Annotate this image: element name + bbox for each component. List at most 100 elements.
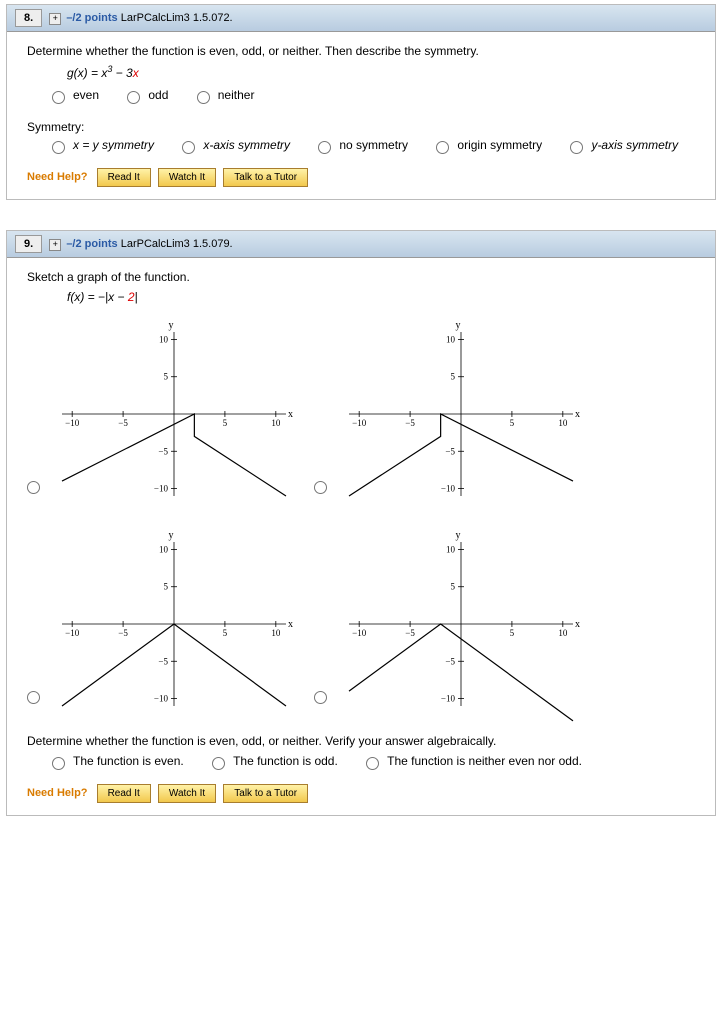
- svg-text:−10: −10: [352, 628, 367, 638]
- question-content: Sketch a graph of the function. f(x) = −…: [7, 258, 715, 815]
- option-even[interactable]: even: [47, 88, 99, 102]
- svg-text:x: x: [575, 409, 580, 420]
- svg-text:10: 10: [159, 544, 169, 554]
- graph-svg: −10−5510−10−5510xy: [44, 524, 304, 724]
- expand-icon[interactable]: +: [49, 239, 61, 251]
- question-header: 9. + –/2 points LarPCalcLim3 1.5.079.: [7, 231, 715, 258]
- talk-tutor-button[interactable]: Talk to a Tutor: [223, 168, 308, 187]
- radio-input[interactable]: [27, 691, 40, 704]
- need-help-label: Need Help?: [27, 787, 88, 799]
- svg-text:−10: −10: [441, 694, 456, 704]
- svg-text:−5: −5: [118, 418, 128, 428]
- svg-text:−5: −5: [445, 656, 455, 666]
- svg-text:10: 10: [446, 334, 456, 344]
- option-xy-symmetry[interactable]: x = y symmetry: [47, 138, 154, 152]
- svg-text:−10: −10: [441, 484, 456, 494]
- svg-text:−10: −10: [65, 628, 80, 638]
- radio-input[interactable]: [366, 757, 379, 770]
- watch-it-button[interactable]: Watch It: [158, 784, 216, 803]
- question-ref: LarPCalcLim3 1.5.079.: [121, 238, 233, 250]
- svg-text:5: 5: [223, 628, 228, 638]
- svg-text:y: y: [169, 530, 174, 541]
- read-it-button[interactable]: Read It: [97, 168, 151, 187]
- radio-input[interactable]: [570, 141, 583, 154]
- points-label: –/2 points: [66, 238, 117, 250]
- svg-text:10: 10: [558, 418, 568, 428]
- option-yaxis-symmetry[interactable]: y-axis symmetry: [565, 138, 678, 152]
- question-content: Determine whether the function is even, …: [7, 32, 715, 199]
- option-origin-symmetry[interactable]: origin symmetry: [431, 138, 542, 152]
- need-help-label: Need Help?: [27, 171, 88, 183]
- radio-input[interactable]: [127, 91, 140, 104]
- svg-text:−10: −10: [65, 418, 80, 428]
- svg-text:10: 10: [558, 628, 568, 638]
- graph-option-3[interactable]: −10 −5 5 10 −10 −5 5 10 x y: [314, 524, 591, 724]
- option-neither[interactable]: neither: [192, 88, 255, 102]
- symmetry-label: Symmetry:: [27, 120, 695, 134]
- svg-text:−5: −5: [445, 446, 455, 456]
- svg-text:−10: −10: [352, 418, 367, 428]
- svg-text:−10: −10: [154, 484, 169, 494]
- radio-input[interactable]: [318, 141, 331, 154]
- question-number: 9.: [15, 235, 42, 253]
- question-number: 8.: [15, 9, 42, 27]
- svg-text:−5: −5: [405, 628, 415, 638]
- graph-options: −10−5510−10−5510xy−10−5510−10−5510xy−10−…: [27, 314, 695, 724]
- svg-text:y: y: [169, 320, 174, 331]
- graph-svg: −10−5510−10−5510xy: [44, 314, 304, 514]
- radio-input[interactable]: [52, 141, 65, 154]
- svg-text:−5: −5: [158, 656, 168, 666]
- radio-input[interactable]: [314, 481, 327, 494]
- graph-option-0[interactable]: −10−5510−10−5510xy: [27, 314, 304, 514]
- formula: f(x) = −|x − 2|: [67, 290, 695, 304]
- svg-text:10: 10: [159, 334, 169, 344]
- question-8: 8. + –/2 points LarPCalcLim3 1.5.072. De…: [6, 4, 716, 200]
- svg-text:10: 10: [446, 544, 456, 554]
- svg-text:5: 5: [510, 628, 515, 638]
- svg-text:−5: −5: [118, 628, 128, 638]
- svg-text:−5: −5: [158, 446, 168, 456]
- graph-option-2[interactable]: −10−5510−10−5510xy: [27, 524, 304, 724]
- radio-input[interactable]: [52, 757, 65, 770]
- radio-input[interactable]: [314, 691, 327, 704]
- question-9: 9. + –/2 points LarPCalcLim3 1.5.079. Sk…: [6, 230, 716, 816]
- read-it-button[interactable]: Read It: [97, 784, 151, 803]
- svg-text:−10: −10: [154, 694, 169, 704]
- svg-text:x: x: [575, 619, 580, 630]
- graph-svg: −10−5510−10−5510xy: [331, 314, 591, 514]
- option-odd[interactable]: The function is odd.: [207, 754, 338, 768]
- svg-text:y: y: [456, 320, 461, 331]
- svg-text:10: 10: [271, 418, 281, 428]
- option-even[interactable]: The function is even.: [47, 754, 184, 768]
- radio-input[interactable]: [197, 91, 210, 104]
- svg-text:5: 5: [223, 418, 228, 428]
- option-no-symmetry[interactable]: no symmetry: [313, 138, 408, 152]
- radio-input[interactable]: [212, 757, 225, 770]
- svg-text:10: 10: [271, 628, 281, 638]
- radio-input[interactable]: [52, 91, 65, 104]
- formula: g(x) = x3 − 3x: [67, 64, 695, 80]
- expand-icon[interactable]: +: [49, 13, 61, 25]
- svg-text:5: 5: [451, 372, 456, 382]
- question-ref: LarPCalcLim3 1.5.072.: [121, 12, 233, 24]
- prompt-text: Determine whether the function is even, …: [27, 44, 695, 58]
- radio-input[interactable]: [182, 141, 195, 154]
- help-row: Need Help? Read It Watch It Talk to a Tu…: [27, 168, 695, 187]
- svg-text:x: x: [288, 409, 293, 420]
- question-header: 8. + –/2 points LarPCalcLim3 1.5.072.: [7, 5, 715, 32]
- radio-input[interactable]: [27, 481, 40, 494]
- watch-it-button[interactable]: Watch It: [158, 168, 216, 187]
- talk-tutor-button[interactable]: Talk to a Tutor: [223, 784, 308, 803]
- svg-text:y: y: [456, 530, 461, 541]
- graph-option-1[interactable]: −10−5510−10−5510xy: [314, 314, 591, 514]
- points-label: –/2 points: [66, 12, 117, 24]
- prompt-text: Sketch a graph of the function.: [27, 270, 695, 284]
- option-xaxis-symmetry[interactable]: x-axis symmetry: [177, 138, 290, 152]
- graph-svg: −10 −5 5 10 −10 −5 5 10 x y: [331, 524, 591, 724]
- svg-text:x: x: [288, 619, 293, 630]
- radio-input[interactable]: [436, 141, 449, 154]
- svg-text:5: 5: [451, 582, 456, 592]
- option-odd[interactable]: odd: [122, 88, 168, 102]
- option-neither[interactable]: The function is neither even nor odd.: [361, 754, 582, 768]
- help-row: Need Help? Read It Watch It Talk to a Tu…: [27, 784, 695, 803]
